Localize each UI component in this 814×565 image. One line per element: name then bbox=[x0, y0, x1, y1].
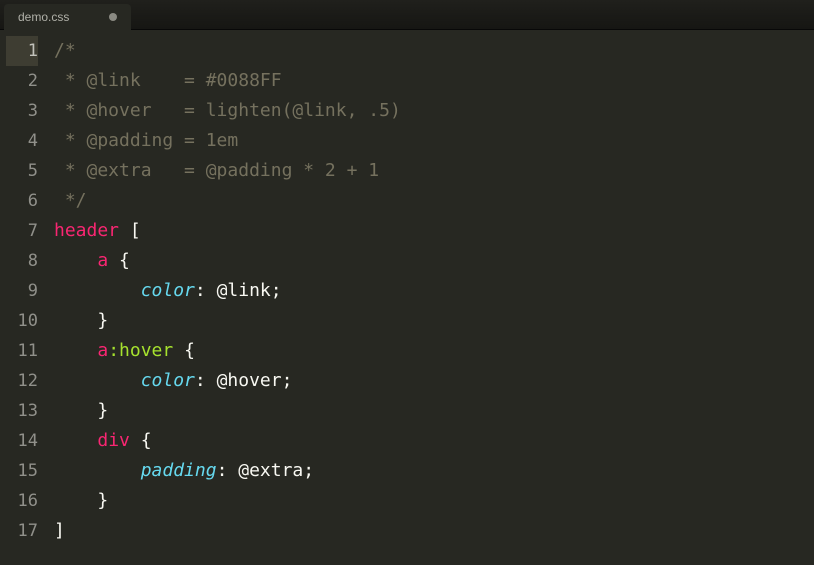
line-number: 9 bbox=[6, 276, 38, 306]
token-punct bbox=[54, 250, 97, 271]
code-line[interactable]: */ bbox=[54, 186, 814, 216]
code-line[interactable]: color: @link; bbox=[54, 276, 814, 306]
token-punct: : bbox=[195, 280, 217, 301]
code-line[interactable]: * @extra = @padding * 2 + 1 bbox=[54, 156, 814, 186]
token-prop: color bbox=[141, 370, 195, 391]
line-number: 1 bbox=[6, 36, 38, 66]
token-prop: color bbox=[141, 280, 195, 301]
line-number: 12 bbox=[6, 366, 38, 396]
token-punct bbox=[54, 340, 97, 361]
token-punct: : bbox=[217, 460, 239, 481]
line-number: 2 bbox=[6, 66, 38, 96]
code-line[interactable]: } bbox=[54, 396, 814, 426]
line-number: 15 bbox=[6, 456, 38, 486]
line-number: 11 bbox=[6, 336, 38, 366]
token-val: @extra bbox=[238, 460, 303, 481]
token-punct bbox=[54, 280, 141, 301]
tab-filename: demo.css bbox=[18, 10, 69, 24]
code-line[interactable]: /* bbox=[54, 36, 814, 66]
code-line[interactable]: color: @hover; bbox=[54, 366, 814, 396]
code-line[interactable]: } bbox=[54, 486, 814, 516]
line-number: 17 bbox=[6, 516, 38, 546]
token-pseudo: :hover bbox=[108, 340, 173, 361]
token-comment: /* bbox=[54, 40, 76, 61]
token-punct: ] bbox=[54, 520, 65, 541]
line-number: 14 bbox=[6, 426, 38, 456]
line-number: 7 bbox=[6, 216, 38, 246]
token-val: @hover bbox=[217, 370, 282, 391]
token-tag: a bbox=[97, 250, 108, 271]
line-number: 13 bbox=[6, 396, 38, 426]
line-number: 16 bbox=[6, 486, 38, 516]
token-comment: * @hover = lighten(@link, .5) bbox=[54, 100, 401, 121]
editor: 1234567891011121314151617 /* * @link = #… bbox=[0, 30, 814, 565]
code-line[interactable]: * @padding = 1em bbox=[54, 126, 814, 156]
token-tag: div bbox=[97, 430, 130, 451]
token-tag: header bbox=[54, 220, 119, 241]
token-punct: } bbox=[54, 310, 108, 331]
token-punct bbox=[54, 460, 141, 481]
code-line[interactable]: a { bbox=[54, 246, 814, 276]
token-punct: } bbox=[54, 490, 108, 511]
code-line[interactable]: * @link = #0088FF bbox=[54, 66, 814, 96]
token-comment: * @link = #0088FF bbox=[54, 70, 282, 91]
token-punct: } bbox=[54, 400, 108, 421]
token-punct: ; bbox=[303, 460, 314, 481]
code-line[interactable]: padding: @extra; bbox=[54, 456, 814, 486]
token-punct: [ bbox=[119, 220, 141, 241]
line-number: 8 bbox=[6, 246, 38, 276]
token-punct: { bbox=[130, 430, 152, 451]
dirty-indicator-icon bbox=[109, 13, 117, 21]
token-comment: * @extra = @padding * 2 + 1 bbox=[54, 160, 379, 181]
token-prop: padding bbox=[141, 460, 217, 481]
line-number: 5 bbox=[6, 156, 38, 186]
code-line[interactable]: } bbox=[54, 306, 814, 336]
line-number: 4 bbox=[6, 126, 38, 156]
token-punct: ; bbox=[282, 370, 293, 391]
file-tab[interactable]: demo.css bbox=[4, 4, 131, 30]
line-number: 3 bbox=[6, 96, 38, 126]
code-line[interactable]: div { bbox=[54, 426, 814, 456]
token-punct: { bbox=[108, 250, 130, 271]
code-line[interactable]: * @hover = lighten(@link, .5) bbox=[54, 96, 814, 126]
line-number-gutter: 1234567891011121314151617 bbox=[0, 30, 48, 565]
line-number: 6 bbox=[6, 186, 38, 216]
code-area[interactable]: /* * @link = #0088FF * @hover = lighten(… bbox=[48, 30, 814, 565]
code-line[interactable]: a:hover { bbox=[54, 336, 814, 366]
token-val: @link bbox=[217, 280, 271, 301]
token-punct: : bbox=[195, 370, 217, 391]
token-comment: * @padding = 1em bbox=[54, 130, 238, 151]
token-tag: a bbox=[97, 340, 108, 361]
token-punct: ; bbox=[271, 280, 282, 301]
tab-bar: demo.css bbox=[0, 0, 814, 30]
line-number: 10 bbox=[6, 306, 38, 336]
code-line[interactable]: ] bbox=[54, 516, 814, 546]
token-punct bbox=[54, 370, 141, 391]
code-line[interactable]: header [ bbox=[54, 216, 814, 246]
token-punct: { bbox=[173, 340, 195, 361]
token-punct bbox=[54, 430, 97, 451]
token-comment: */ bbox=[54, 190, 87, 211]
